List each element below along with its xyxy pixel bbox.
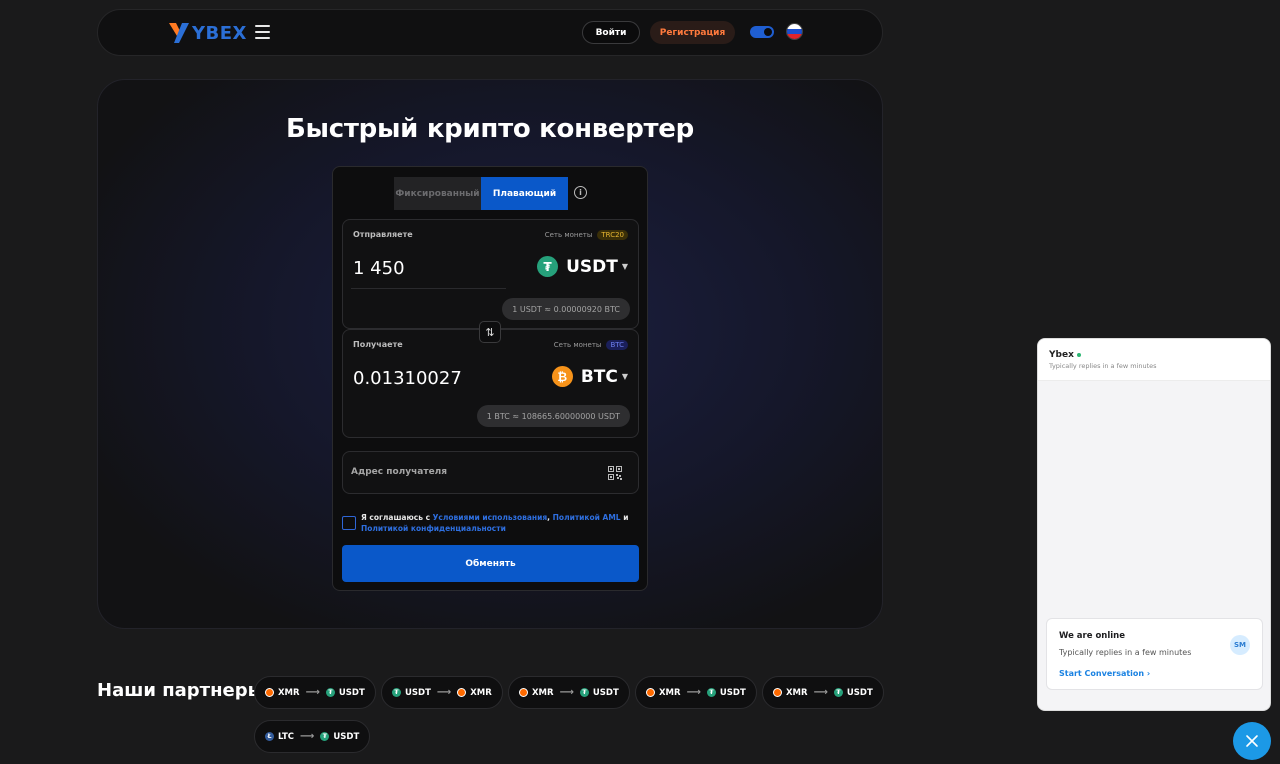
receive-coin-label: BTC <box>580 366 618 387</box>
send-label: Отправляете <box>353 230 413 239</box>
hero-section: Быстрый крипто конвертер Фиксированный П… <box>97 79 883 629</box>
send-coin-select[interactable]: ₮ USDT ▼ <box>537 256 628 277</box>
chevron-right-icon: › <box>1146 669 1151 678</box>
address-placeholder: Адрес получателя <box>351 467 448 477</box>
chat-subtitle: Typically replies in a few minutes <box>1049 362 1157 370</box>
chat-header: Ybex Typically replies in a few minutes <box>1038 339 1270 381</box>
receive-label: Получаете <box>353 340 403 349</box>
qr-code-icon[interactable] <box>608 466 622 480</box>
chat-widget: Ybex Typically replies in a few minutes … <box>1037 338 1271 711</box>
usdt-icon: ₮ <box>325 688 335 697</box>
partner-pair[interactable]: XMR ⟶ ₮ USDT <box>635 676 757 709</box>
usdt-icon: ₮ <box>706 688 716 697</box>
online-status-icon <box>1076 353 1081 357</box>
arrow-right-icon: ⟶ <box>436 687 452 698</box>
tab-fixed[interactable]: Фиксированный <box>394 177 481 210</box>
top-navbar: YBEX Войти Регистрация <box>97 9 883 56</box>
arrow-right-icon: ⟶ <box>300 731 315 742</box>
network-label: Сеть монеты <box>544 231 593 239</box>
receive-box: Получаете Сеть монеты BTC 0.01310027 ₿ B… <box>342 329 639 438</box>
theme-toggle[interactable] <box>750 26 774 38</box>
partner-pair[interactable]: XMR ⟶ ₮ USDT <box>508 676 630 709</box>
monero-icon <box>646 688 655 697</box>
bitcoin-icon: ₿ <box>551 366 573 387</box>
network-label: Сеть монеты <box>553 341 602 349</box>
monero-icon <box>265 688 274 697</box>
menu-icon[interactable] <box>255 25 270 39</box>
arrow-right-icon: ⟶ <box>813 687 828 698</box>
usdt-icon: ₮ <box>320 732 330 741</box>
chat-name: Ybex <box>1049 350 1074 360</box>
send-network: Сеть монеты TRC20 <box>545 230 628 240</box>
network-badge: BTC <box>606 340 628 350</box>
chat-close-button[interactable] <box>1233 722 1271 760</box>
monero-icon <box>519 688 528 697</box>
send-rate-badge: 1 USDT ≈ 0.00000920 BTC <box>502 298 630 320</box>
partner-pair[interactable]: ₮ USDT ⟶ XMR <box>381 676 503 709</box>
avatar: SM <box>1230 635 1250 655</box>
partners-title: Наши партнеры: <box>97 680 272 701</box>
receive-coin-select[interactable]: ₿ BTC ▼ <box>551 366 628 387</box>
exchange-button[interactable]: Обменять <box>342 545 639 582</box>
chat-start-card: We are online Typically replies in a few… <box>1046 618 1263 690</box>
logo[interactable]: YBEX <box>168 21 247 45</box>
arrow-right-icon: ⟶ <box>686 687 701 698</box>
chat-card-subtitle: Typically replies in a few minutes <box>1059 648 1192 657</box>
receive-amount: 0.01310027 <box>353 368 462 389</box>
ybex-logo-icon <box>169 23 189 43</box>
arrow-right-icon: ⟶ <box>305 687 320 698</box>
recipient-address-field[interactable]: Адрес получателя <box>342 451 639 494</box>
login-button[interactable]: Войти <box>582 21 640 44</box>
agreement-text: Я соглашаюсь с Условиями использования, … <box>361 513 629 533</box>
litecoin-icon: Ł <box>265 732 274 741</box>
monero-icon <box>457 688 467 697</box>
rate-mode-tabs: Фиксированный Плавающий <box>394 177 568 210</box>
receive-rate-badge: 1 BTC ≈ 108665.60000000 USDT <box>476 405 630 427</box>
page-title: Быстрый крипто конвертер <box>286 114 694 144</box>
network-badge: TRC20 <box>597 230 628 240</box>
close-icon <box>1246 735 1258 747</box>
register-button[interactable]: Регистрация <box>650 21 735 44</box>
privacy-link[interactable]: Политикой конфиденциальности <box>361 524 506 533</box>
tab-floating[interactable]: Плавающий <box>481 177 568 210</box>
chat-card-title: We are online <box>1059 631 1125 641</box>
chevron-down-icon: ▼ <box>621 372 628 381</box>
send-coin-label: USDT <box>566 256 618 277</box>
info-icon[interactable]: i <box>574 186 587 199</box>
send-amount-input[interactable]: 1 450 <box>353 258 405 279</box>
arrow-right-icon: ⟶ <box>559 687 574 698</box>
converter-card: Фиксированный Плавающий i Отправляете Се… <box>332 166 648 591</box>
send-box: Отправляете Сеть монеты TRC20 1 450 ₮ US… <box>342 219 639 329</box>
usdt-icon: ₮ <box>392 688 401 697</box>
usdt-icon: ₮ <box>537 256 559 277</box>
terms-link[interactable]: Условиями использования <box>433 513 548 522</box>
usdt-icon: ₮ <box>579 688 589 697</box>
agree-checkbox[interactable] <box>342 516 356 530</box>
chevron-down-icon: ▼ <box>621 262 628 271</box>
logo-text: YBEX <box>192 22 247 44</box>
start-conversation-link[interactable]: Start Conversation › <box>1059 669 1150 678</box>
partner-pair[interactable]: XMR ⟶ ₮ USDT <box>762 676 884 709</box>
usdt-icon: ₮ <box>833 688 843 697</box>
partner-pair[interactable]: XMR ⟶ ₮ USDT <box>254 676 376 709</box>
swap-icon[interactable]: ⇅ <box>479 321 501 343</box>
russia-flag-icon[interactable] <box>786 23 803 40</box>
partner-pair[interactable]: Ł LTC ⟶ ₮ USDT <box>254 720 371 753</box>
receive-network: Сеть монеты BTC <box>554 340 628 350</box>
aml-link[interactable]: Политикой AML <box>553 513 621 522</box>
monero-icon <box>773 688 782 697</box>
